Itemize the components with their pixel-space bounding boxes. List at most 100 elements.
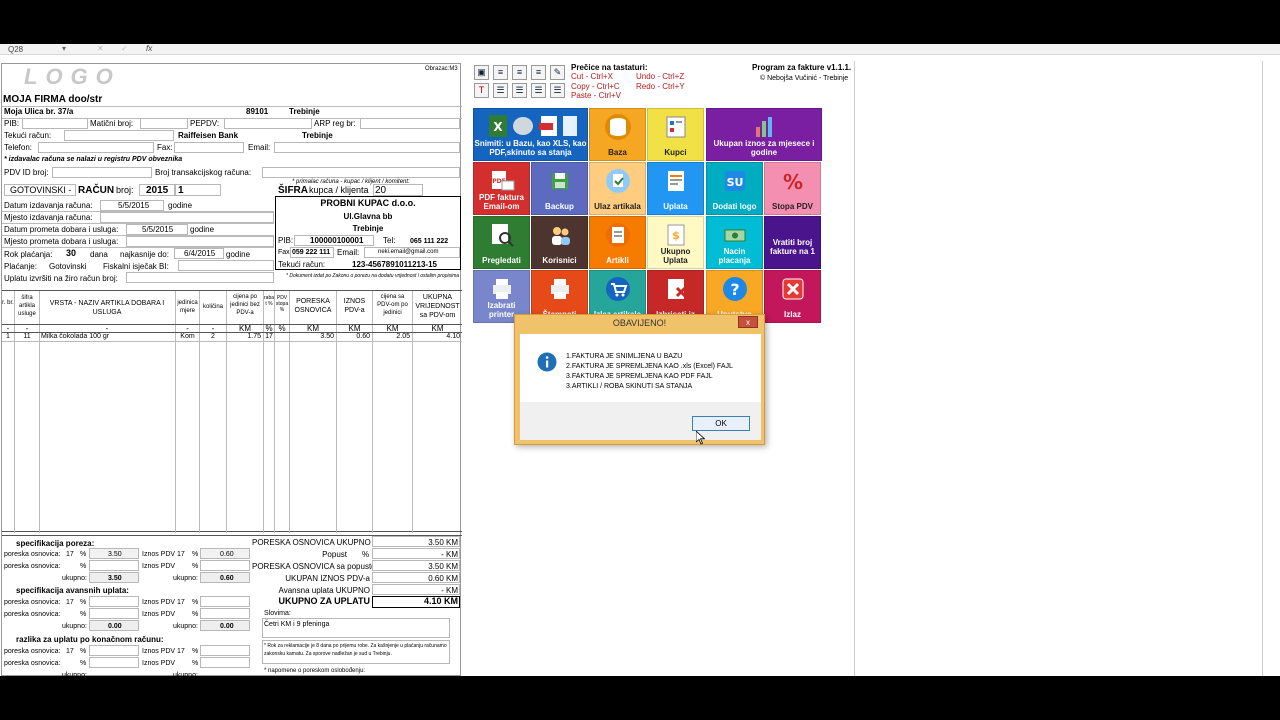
av-pdv-input-1[interactable]: [200, 596, 250, 607]
rz-ukupno-label-1: ukupno:: [62, 672, 87, 676]
ukupan-iznos-button[interactable]: Ukupan iznos za mjesece i godine: [706, 108, 822, 161]
sifra-label: ŠIFRA: [278, 185, 308, 196]
ukupno-uplata-button[interactable]: $ Ukupno Uplata: [647, 216, 704, 269]
av-po-pct-2: %: [80, 611, 87, 618]
izlaz-button[interactable]: Izlaz: [764, 270, 821, 323]
pdv-id-input[interactable]: [52, 167, 152, 178]
rz-pdv-input-2[interactable]: [200, 657, 250, 668]
broj-label: broj:: [116, 185, 134, 195]
paint-icon[interactable]: ✎: [550, 65, 565, 80]
rz-po-input-2[interactable]: [89, 657, 139, 668]
ulaz-artikala-button[interactable]: Ulaz artikala: [589, 162, 646, 215]
transakcija-input[interactable]: [262, 167, 460, 178]
arp-input[interactable]: [360, 118, 460, 129]
shortcut-undo: Undo - Ctrl+Z: [636, 72, 685, 81]
cell-cijena: 1.75: [247, 333, 261, 340]
kupci-button[interactable]: Kupci: [647, 108, 704, 161]
baza-button[interactable]: Baza: [589, 108, 646, 161]
row-unit-0: godine: [168, 201, 193, 210]
align-top-icon[interactable]: ≡: [493, 65, 508, 80]
customers-icon: [666, 116, 685, 138]
cell-jedinica: Kom: [180, 333, 195, 340]
av-po-input-1[interactable]: [89, 596, 139, 607]
align-center-icon[interactable]: ☰: [512, 83, 527, 98]
nacin-placanja-button[interactable]: Nacin placanja: [706, 216, 763, 269]
client-pib: 100000100001: [310, 236, 364, 245]
mjesto-izdavanja-input[interactable]: [100, 212, 274, 223]
fiskalni-input[interactable]: [178, 260, 274, 271]
backup-button[interactable]: Backup: [531, 162, 588, 215]
fax-input[interactable]: [174, 142, 244, 153]
razlika-label: razlika za uplatu po konačnom računu:: [16, 635, 164, 644]
pdv-input-2[interactable]: [200, 560, 250, 571]
confirm-icon[interactable]: ✓: [121, 44, 128, 53]
justify-icon[interactable]: ☰: [550, 83, 565, 98]
align-bottom-icon[interactable]: ≡: [531, 65, 546, 80]
client-city: Trebinje: [352, 224, 384, 233]
pdv-total: 0.60: [220, 575, 234, 582]
placanje-value[interactable]: Gotovinski: [49, 262, 86, 271]
client-name: PROBNI KUPAC d.o.o.: [320, 198, 416, 208]
ziro-racun-input[interactable]: [126, 272, 274, 283]
function-icon[interactable]: fx: [146, 44, 152, 53]
av-po-input-2[interactable]: [89, 608, 139, 619]
dana-label: dana: [90, 250, 108, 259]
korisnici-button[interactable]: Korisnici: [531, 216, 588, 269]
maticni-input[interactable]: [140, 118, 188, 129]
align-right-icon[interactable]: ☰: [531, 83, 546, 98]
ok-button[interactable]: OK: [692, 416, 750, 431]
cart-icon: [605, 277, 630, 301]
po-total: 3.50: [108, 575, 122, 582]
col-jedinica: jedinica mjere: [177, 300, 198, 314]
col-kolicina: količina: [202, 304, 223, 310]
pdf-email-label: PDF faktura Email-om: [479, 193, 524, 211]
logo-icon: SU: [724, 171, 745, 191]
pepdv-input[interactable]: [224, 118, 312, 129]
cell-iznos-pdv: 0.60: [356, 333, 370, 340]
cell-reference[interactable]: Q28: [8, 45, 23, 54]
invoice-year: 2015: [146, 185, 169, 196]
invoice-sheet: LOGO Obrazac:M3 MOJA FIRMA doo/str Moja …: [1, 63, 462, 676]
bar-chart-icon: [756, 117, 772, 137]
uplatu-label: Uplatu izvršiti na žiro račun broj:: [4, 274, 118, 283]
transakcija-label: Broj transakcijskog računa:: [155, 168, 252, 177]
rok-days[interactable]: 30: [66, 249, 76, 258]
save-icon[interactable]: ▣: [474, 65, 489, 80]
email-input[interactable]: [274, 142, 460, 153]
stopa-pdv-button[interactable]: % Stopa PDV: [764, 162, 821, 215]
info-dialog: OBAVIJENO! x 1.FAKTURA JE SNIMLJENA U BA…: [514, 314, 765, 445]
rok-label: Rok plaćanja:: [4, 250, 53, 259]
av-pdv-input-2[interactable]: [200, 608, 250, 619]
mouse-cursor-icon: [696, 431, 705, 445]
pib-input[interactable]: [22, 118, 88, 129]
dropdown-icon[interactable]: ▾: [62, 44, 66, 53]
mjesto-prometa-input[interactable]: [126, 236, 274, 247]
dodati-logo-button[interactable]: SU Dodati logo: [706, 162, 763, 215]
svg-text:$: $: [672, 229, 680, 242]
pdf-email-button[interactable]: PDF PDF faktura Email-om: [473, 162, 530, 215]
rz-pdv-input-1[interactable]: [200, 645, 250, 656]
total-value-osnovica: 3.50 KM: [428, 538, 458, 547]
artikli-button[interactable]: Artikli: [589, 216, 646, 269]
slovima-label: Slovima:: [264, 610, 291, 617]
cancel-icon[interactable]: ✕: [97, 44, 104, 53]
align-left-icon[interactable]: ☰: [493, 83, 508, 98]
vratiti-broj-button[interactable]: Vratiti broj fakture na 1: [764, 216, 821, 269]
close-icon[interactable]: x: [738, 316, 758, 328]
dialog-footer: OK: [520, 402, 761, 440]
backup-label: Backup: [545, 202, 574, 211]
snimiti-button[interactable]: X Snimiti: u Bazu, kao XLS, kao PDF,skin…: [473, 108, 588, 161]
cell-poreska: 3.50: [320, 333, 334, 340]
dialog-line-1: 1.FAKTURA JE SNIMLJENA U BAZU: [566, 353, 683, 360]
align-middle-icon[interactable]: ≡: [512, 65, 527, 80]
po-input-2[interactable]: [89, 560, 139, 571]
table-row[interactable]: 1 11 Milka čokolada 100 gr Kom 2 1.75 17…: [2, 332, 462, 341]
dialog-line-3: 3.FAKTURA JE SPREMLJENA KAO PDF FAJL: [566, 373, 713, 380]
pregledati-button[interactable]: Pregledati: [473, 216, 530, 269]
artikli-label: Artikli: [606, 256, 629, 265]
tekuci-input[interactable]: [64, 130, 174, 141]
telefon-input[interactable]: [38, 142, 154, 153]
text-format-icon[interactable]: T: [474, 83, 489, 98]
uplata-button[interactable]: Uplata: [647, 162, 704, 215]
rz-po-input-1[interactable]: [89, 645, 139, 656]
